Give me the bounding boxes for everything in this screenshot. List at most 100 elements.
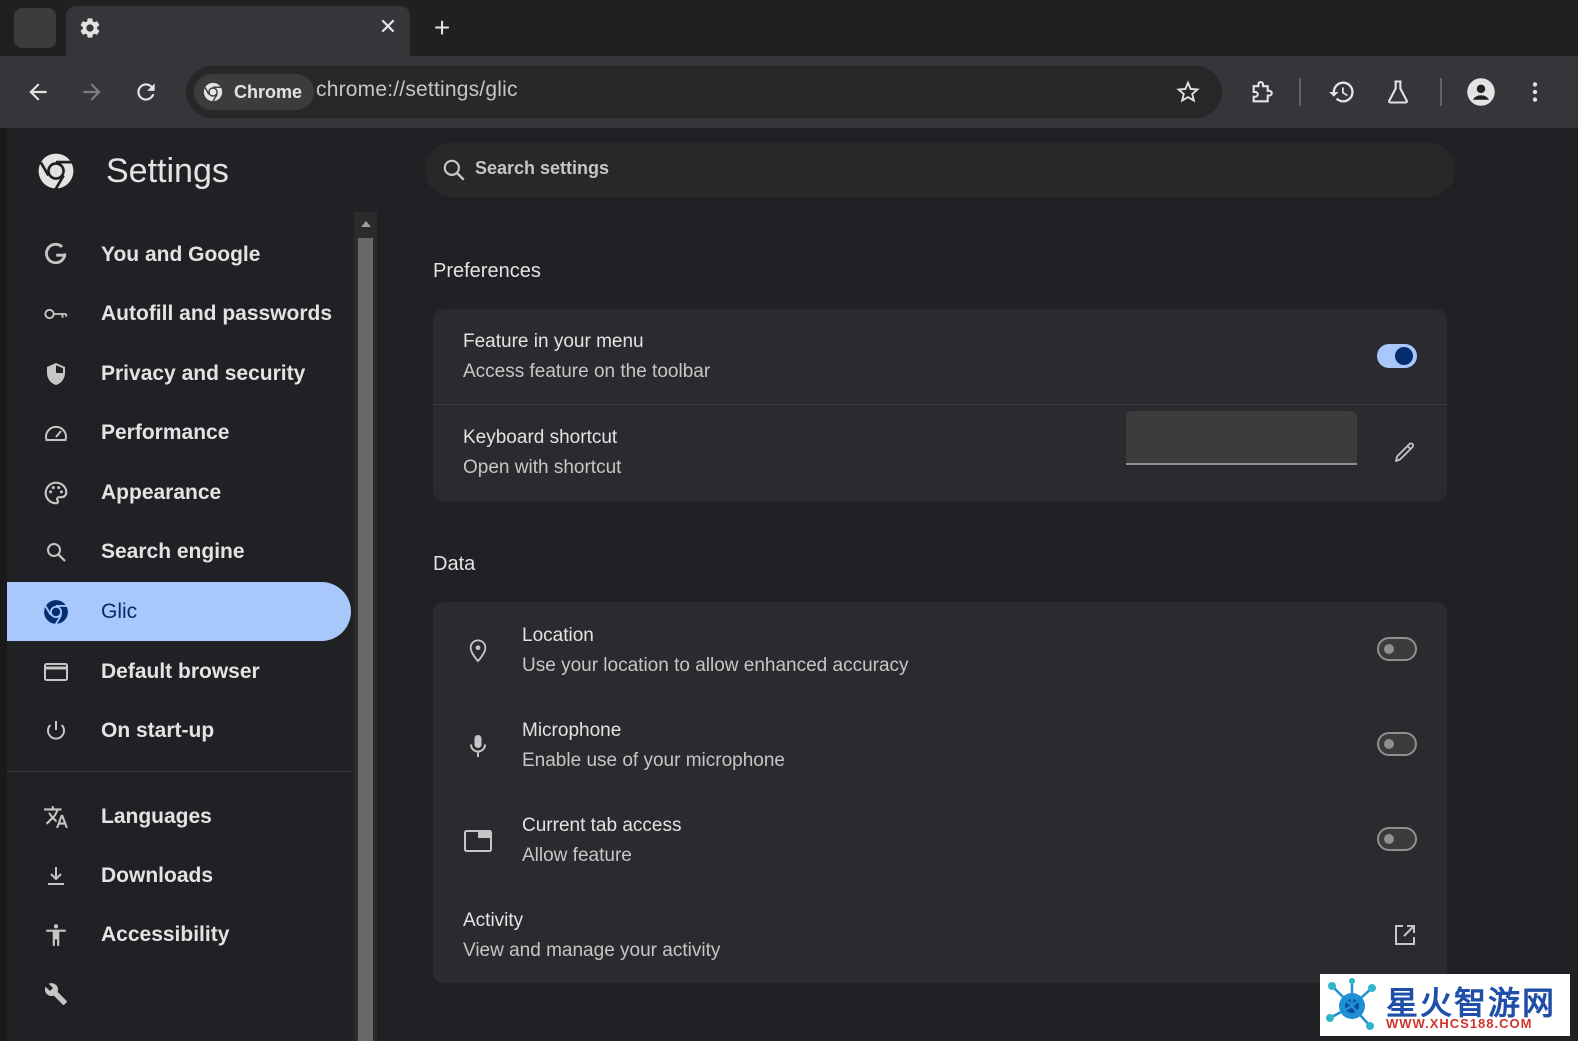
sidebar-item-label: Appearance	[101, 480, 222, 504]
sidebar-scrollbar[interactable]	[354, 212, 377, 1041]
browser-toolbar: Chrome chrome://settings/glic	[0, 56, 1578, 128]
sidebar-item-autofill[interactable]: Autofill and passwords	[7, 284, 351, 343]
speedometer-icon	[43, 420, 69, 446]
sidebar-item-label: Default browser	[101, 659, 260, 683]
sidebar-item-search-engine[interactable]: Search engine	[7, 522, 351, 581]
section-title-preferences: Preferences	[433, 260, 541, 282]
scroll-up-arrow[interactable]	[354, 212, 377, 236]
settings-gear-icon	[80, 18, 100, 38]
toggle-knob	[1384, 834, 1394, 844]
sidebar-item-appearance[interactable]: Appearance	[7, 463, 351, 522]
sidebar-item-glic[interactable]: Glic	[7, 582, 351, 641]
history-icon	[1329, 81, 1354, 103]
history-button[interactable]	[1322, 72, 1362, 112]
wrench-icon	[43, 981, 69, 1007]
settings-tab[interactable]: ✕	[66, 6, 410, 58]
sidebar-item-you-and-google[interactable]: You and Google	[7, 225, 351, 284]
forward-button[interactable]	[72, 72, 112, 112]
shield-icon	[43, 361, 69, 387]
feature-menu-toggle[interactable]	[1377, 344, 1417, 368]
page-title: Settings	[106, 152, 229, 190]
background-window-edge	[0, 128, 7, 1041]
pencil-icon	[1395, 442, 1414, 462]
bookmark-star-icon[interactable]	[1174, 78, 1202, 106]
site-chip-label: Chrome	[234, 81, 303, 102]
current-tab-access-row[interactable]: Current tab access Allow feature	[433, 792, 1447, 887]
scrollbar-thumb[interactable]	[358, 238, 373, 1041]
sidebar-item-label: Performance	[101, 420, 230, 444]
sidebar-item-label: Languages	[101, 804, 212, 828]
feature-menu-row[interactable]: Feature in your menu Access feature on t…	[433, 309, 1447, 404]
sidebar-item-on-startup[interactable]: On start-up	[7, 701, 351, 760]
extensions-button[interactable]	[1243, 72, 1283, 112]
watermark-url: WWW.XHCS188.COM	[1386, 1016, 1533, 1031]
chrome-logo-icon	[203, 82, 223, 102]
sidebar-item-label: On start-up	[101, 718, 215, 742]
search-icon	[443, 159, 465, 181]
labs-button[interactable]	[1378, 72, 1418, 112]
sidebar-item-default-browser[interactable]: Default browser	[7, 642, 351, 701]
search-input-placeholder[interactable]: Search settings	[475, 158, 609, 179]
reload-icon	[137, 83, 155, 101]
external-link-icon	[1395, 925, 1415, 945]
palette-icon	[43, 480, 69, 506]
back-button[interactable]	[18, 72, 58, 112]
location-row[interactable]: Location Use your location to allow enha…	[433, 602, 1447, 697]
url-text[interactable]: chrome://settings/glic	[316, 78, 518, 102]
sidebar-item-system[interactable]	[7, 964, 351, 1023]
row-title: Location	[522, 625, 594, 646]
row-title: Keyboard shortcut	[463, 427, 618, 448]
search-icon	[43, 539, 69, 565]
reload-button[interactable]	[126, 72, 166, 112]
microphone-row[interactable]: Microphone Enable use of your microphone	[433, 697, 1447, 792]
more-menu-button[interactable]	[1515, 72, 1555, 112]
location-toggle[interactable]	[1377, 637, 1417, 661]
toggle-knob	[1395, 347, 1413, 365]
sidebar-item-performance[interactable]: Performance	[7, 403, 351, 462]
current-tab-access-toggle[interactable]	[1377, 827, 1417, 851]
google-g-icon	[43, 242, 69, 268]
sidebar-item-label: Privacy and security	[101, 361, 306, 385]
chevron-up-icon	[360, 221, 371, 227]
activity-row[interactable]: Activity View and manage your activity	[433, 887, 1447, 983]
activity-open-external-button[interactable]	[1390, 920, 1420, 950]
shortcut-input[interactable]	[1126, 411, 1357, 465]
browser-window-icon	[43, 659, 69, 685]
chrome-logo-icon	[43, 599, 69, 625]
site-chip[interactable]: Chrome	[194, 74, 315, 110]
toggle-knob	[1384, 739, 1394, 749]
row-subtitle: Open with shortcut	[463, 457, 622, 478]
sidebar-item-downloads[interactable]: Downloads	[7, 846, 351, 905]
edit-shortcut-button[interactable]	[1390, 437, 1420, 467]
back-arrow-icon	[29, 83, 47, 101]
accessibility-icon	[43, 922, 69, 948]
sidebar-item-label: Glic	[101, 599, 138, 623]
sidebar-item-label: Downloads	[101, 863, 214, 887]
tab-close-button[interactable]: ✕	[376, 14, 400, 39]
sidebar-item-accessibility[interactable]: Accessibility	[7, 905, 351, 964]
sidebar-item-languages[interactable]: Languages	[7, 787, 351, 846]
search-settings-field[interactable]: Search settings	[425, 143, 1455, 197]
data-card: Location Use your location to allow enha…	[433, 602, 1447, 983]
translate-icon	[43, 804, 69, 830]
row-subtitle: Use your location to allow enhanced accu…	[522, 655, 909, 676]
sidebar-item-label: Accessibility	[101, 922, 230, 946]
pinned-tab[interactable]	[14, 8, 56, 48]
address-bar[interactable]: Chrome chrome://settings/glic	[186, 66, 1222, 118]
key-icon	[43, 301, 69, 327]
row-title: Feature in your menu	[463, 331, 644, 352]
tab-strip: ✕ +	[0, 0, 1578, 58]
microphone-toggle[interactable]	[1377, 732, 1417, 756]
new-tab-button[interactable]: +	[428, 12, 456, 43]
sidebar-item-privacy[interactable]: Privacy and security	[7, 344, 351, 403]
network-logo-icon	[1326, 978, 1376, 1030]
sidebar-item-label: Autofill and passwords	[101, 301, 333, 325]
row-subtitle: Allow feature	[522, 845, 632, 866]
power-icon	[43, 718, 69, 744]
row-title: Activity	[463, 910, 524, 931]
profile-button[interactable]	[1461, 72, 1501, 112]
tab-window-icon	[463, 826, 493, 856]
download-icon	[43, 863, 69, 889]
labs-flask-icon	[1388, 80, 1408, 104]
extensions-puzzle-icon	[1252, 81, 1273, 103]
